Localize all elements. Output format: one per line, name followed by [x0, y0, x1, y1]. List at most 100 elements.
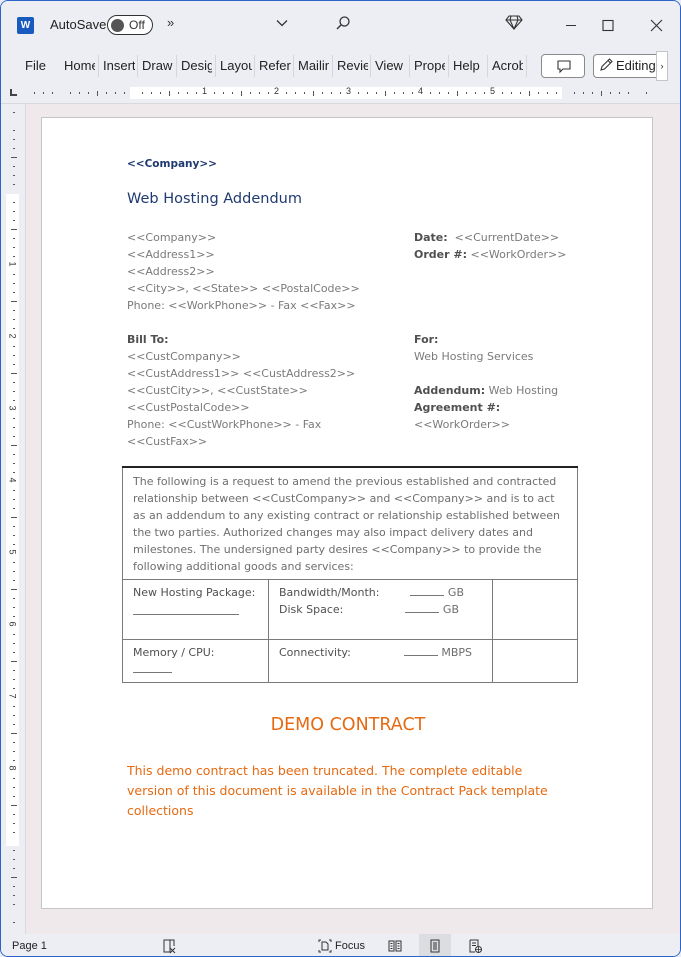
proofing-icon[interactable] — [161, 938, 177, 954]
focus-mode-button[interactable]: Focus — [317, 937, 365, 955]
ruler-tick — [13, 112, 15, 113]
tab-review[interactable]: Review — [337, 57, 368, 75]
document-title: Web Hosting Addendum — [127, 191, 302, 207]
ruler-tick — [232, 92, 233, 94]
sender-line: <<Address2>> — [127, 265, 215, 278]
tab-divider — [176, 55, 177, 77]
focus-label: Focus — [335, 940, 365, 952]
tab-design[interactable]: Design — [181, 57, 212, 75]
blank-line — [133, 607, 239, 615]
tab-view[interactable]: View — [375, 57, 405, 75]
ruler-tick — [13, 175, 15, 176]
tab-acrobat[interactable]: Acrobat — [492, 57, 523, 75]
document-page[interactable]: <<Company>> Web Hosting Addendum <<Compa… — [41, 117, 653, 909]
chevron-down-icon[interactable] — [275, 16, 289, 33]
comments-button[interactable] — [541, 54, 585, 78]
ruler-tick — [11, 733, 17, 734]
print-layout-button[interactable] — [419, 934, 451, 956]
ruler-tick — [13, 895, 15, 896]
ruler-tick — [13, 850, 15, 851]
table-row: The following is a request to amend the … — [122, 466, 578, 580]
ruler-tick — [376, 92, 377, 94]
tab-mailings[interactable]: Mailings — [298, 57, 329, 75]
ruler-tick — [13, 715, 15, 716]
ruler-tick — [11, 373, 17, 374]
blank-line — [410, 585, 445, 596]
tab-insert[interactable]: Insert — [103, 57, 135, 75]
ruler-tick — [13, 166, 15, 167]
bandwidth-label: Bandwidth/Month: — [279, 586, 380, 599]
tab-references[interactable]: References — [259, 57, 291, 75]
minimize-button[interactable] — [556, 11, 586, 39]
ruler-tick — [187, 92, 188, 94]
ruler-tick — [11, 589, 17, 590]
ruler-tick — [385, 91, 386, 96]
chevron-double-right-icon[interactable]: » — [167, 15, 174, 30]
editing-mode-button[interactable]: Editing — [593, 54, 665, 78]
tab-home[interactable]: Home — [64, 57, 95, 75]
demo-contract-notice: This demo contract has been truncated. T… — [127, 763, 548, 818]
ruler-tick — [13, 463, 15, 464]
bandwidth-unit: GB — [447, 586, 464, 599]
tab-layout[interactable]: Layout — [220, 57, 252, 75]
ruler-tick — [268, 92, 269, 94]
ribbon-scroll-right[interactable]: › — [656, 51, 668, 81]
tab-divider — [215, 55, 216, 77]
page-indicator[interactable]: Page 1 — [12, 940, 47, 952]
tab-divider — [137, 55, 138, 77]
word-icon: W — [17, 17, 36, 34]
ruler-tick — [331, 92, 332, 94]
ruler-number: 2 — [7, 333, 18, 339]
ruler-tick — [538, 92, 539, 94]
company-header: <<Company>> — [127, 158, 217, 170]
ruler-tick — [169, 91, 170, 96]
ruler-tick — [592, 92, 593, 94]
hosting-package-label: New Hosting Package: — [133, 586, 256, 599]
web-layout-icon[interactable] — [467, 938, 483, 954]
ruler-tick — [520, 92, 521, 94]
ruler-tick — [13, 823, 15, 824]
tab-stop-selector[interactable] — [10, 89, 17, 96]
ruler-tick — [11, 445, 17, 446]
table-row: New Hosting Package: Bandwidth/Month: GB… — [122, 579, 578, 640]
document-canvas[interactable]: <<Company>> Web Hosting Addendum <<Compa… — [26, 104, 680, 934]
agreement-value: <<WorkOrder>> — [414, 418, 510, 431]
tab-file[interactable]: File — [25, 57, 47, 75]
ruler-tick — [52, 92, 53, 94]
ruler-tick — [13, 742, 15, 743]
ruler-tick — [13, 904, 15, 905]
maximize-button[interactable] — [599, 11, 619, 39]
blank-line — [133, 667, 172, 673]
tab-draw[interactable]: Draw — [142, 57, 175, 75]
close-button[interactable] — [646, 11, 668, 39]
ruler-tick — [13, 679, 15, 680]
ruler-number: 8 — [7, 765, 18, 771]
ruler-tick — [13, 400, 15, 401]
ruler-tick — [13, 355, 15, 356]
ruler-tick — [13, 238, 15, 239]
vertical-ruler[interactable]: 1 2 3 4 5 6 7 8 — [1, 104, 26, 934]
word-window: W AutoSave Off » File Home Insert — [0, 0, 681, 957]
tab-help[interactable]: Help — [453, 57, 483, 75]
ruler-tick — [13, 643, 15, 644]
search-icon[interactable] — [335, 15, 351, 34]
status-bar: Page 1 Focus — [1, 934, 680, 956]
read-mode-icon[interactable] — [387, 938, 403, 954]
ruler-tick — [13, 670, 15, 671]
autosave-toggle[interactable]: Off — [107, 15, 153, 35]
ruler-tick — [13, 787, 15, 788]
sender-line: <<Company>> — [127, 231, 217, 244]
ruler-tick — [13, 319, 15, 320]
ruler-tick — [13, 364, 15, 365]
tab-divider — [409, 55, 410, 77]
diamond-icon[interactable] — [505, 14, 523, 33]
ruler-tick — [457, 91, 458, 96]
ruler-number: 3 — [7, 405, 18, 411]
horizontal-ruler[interactable]: 1 2 3 4 5 — [26, 86, 647, 99]
tab-properties[interactable]: Properties — [414, 57, 445, 75]
blank-line — [403, 645, 438, 656]
ruler-tick — [13, 751, 15, 752]
ruler-tick — [358, 92, 359, 94]
autosave-state: Off — [129, 18, 145, 32]
ruler-tick — [13, 616, 15, 617]
